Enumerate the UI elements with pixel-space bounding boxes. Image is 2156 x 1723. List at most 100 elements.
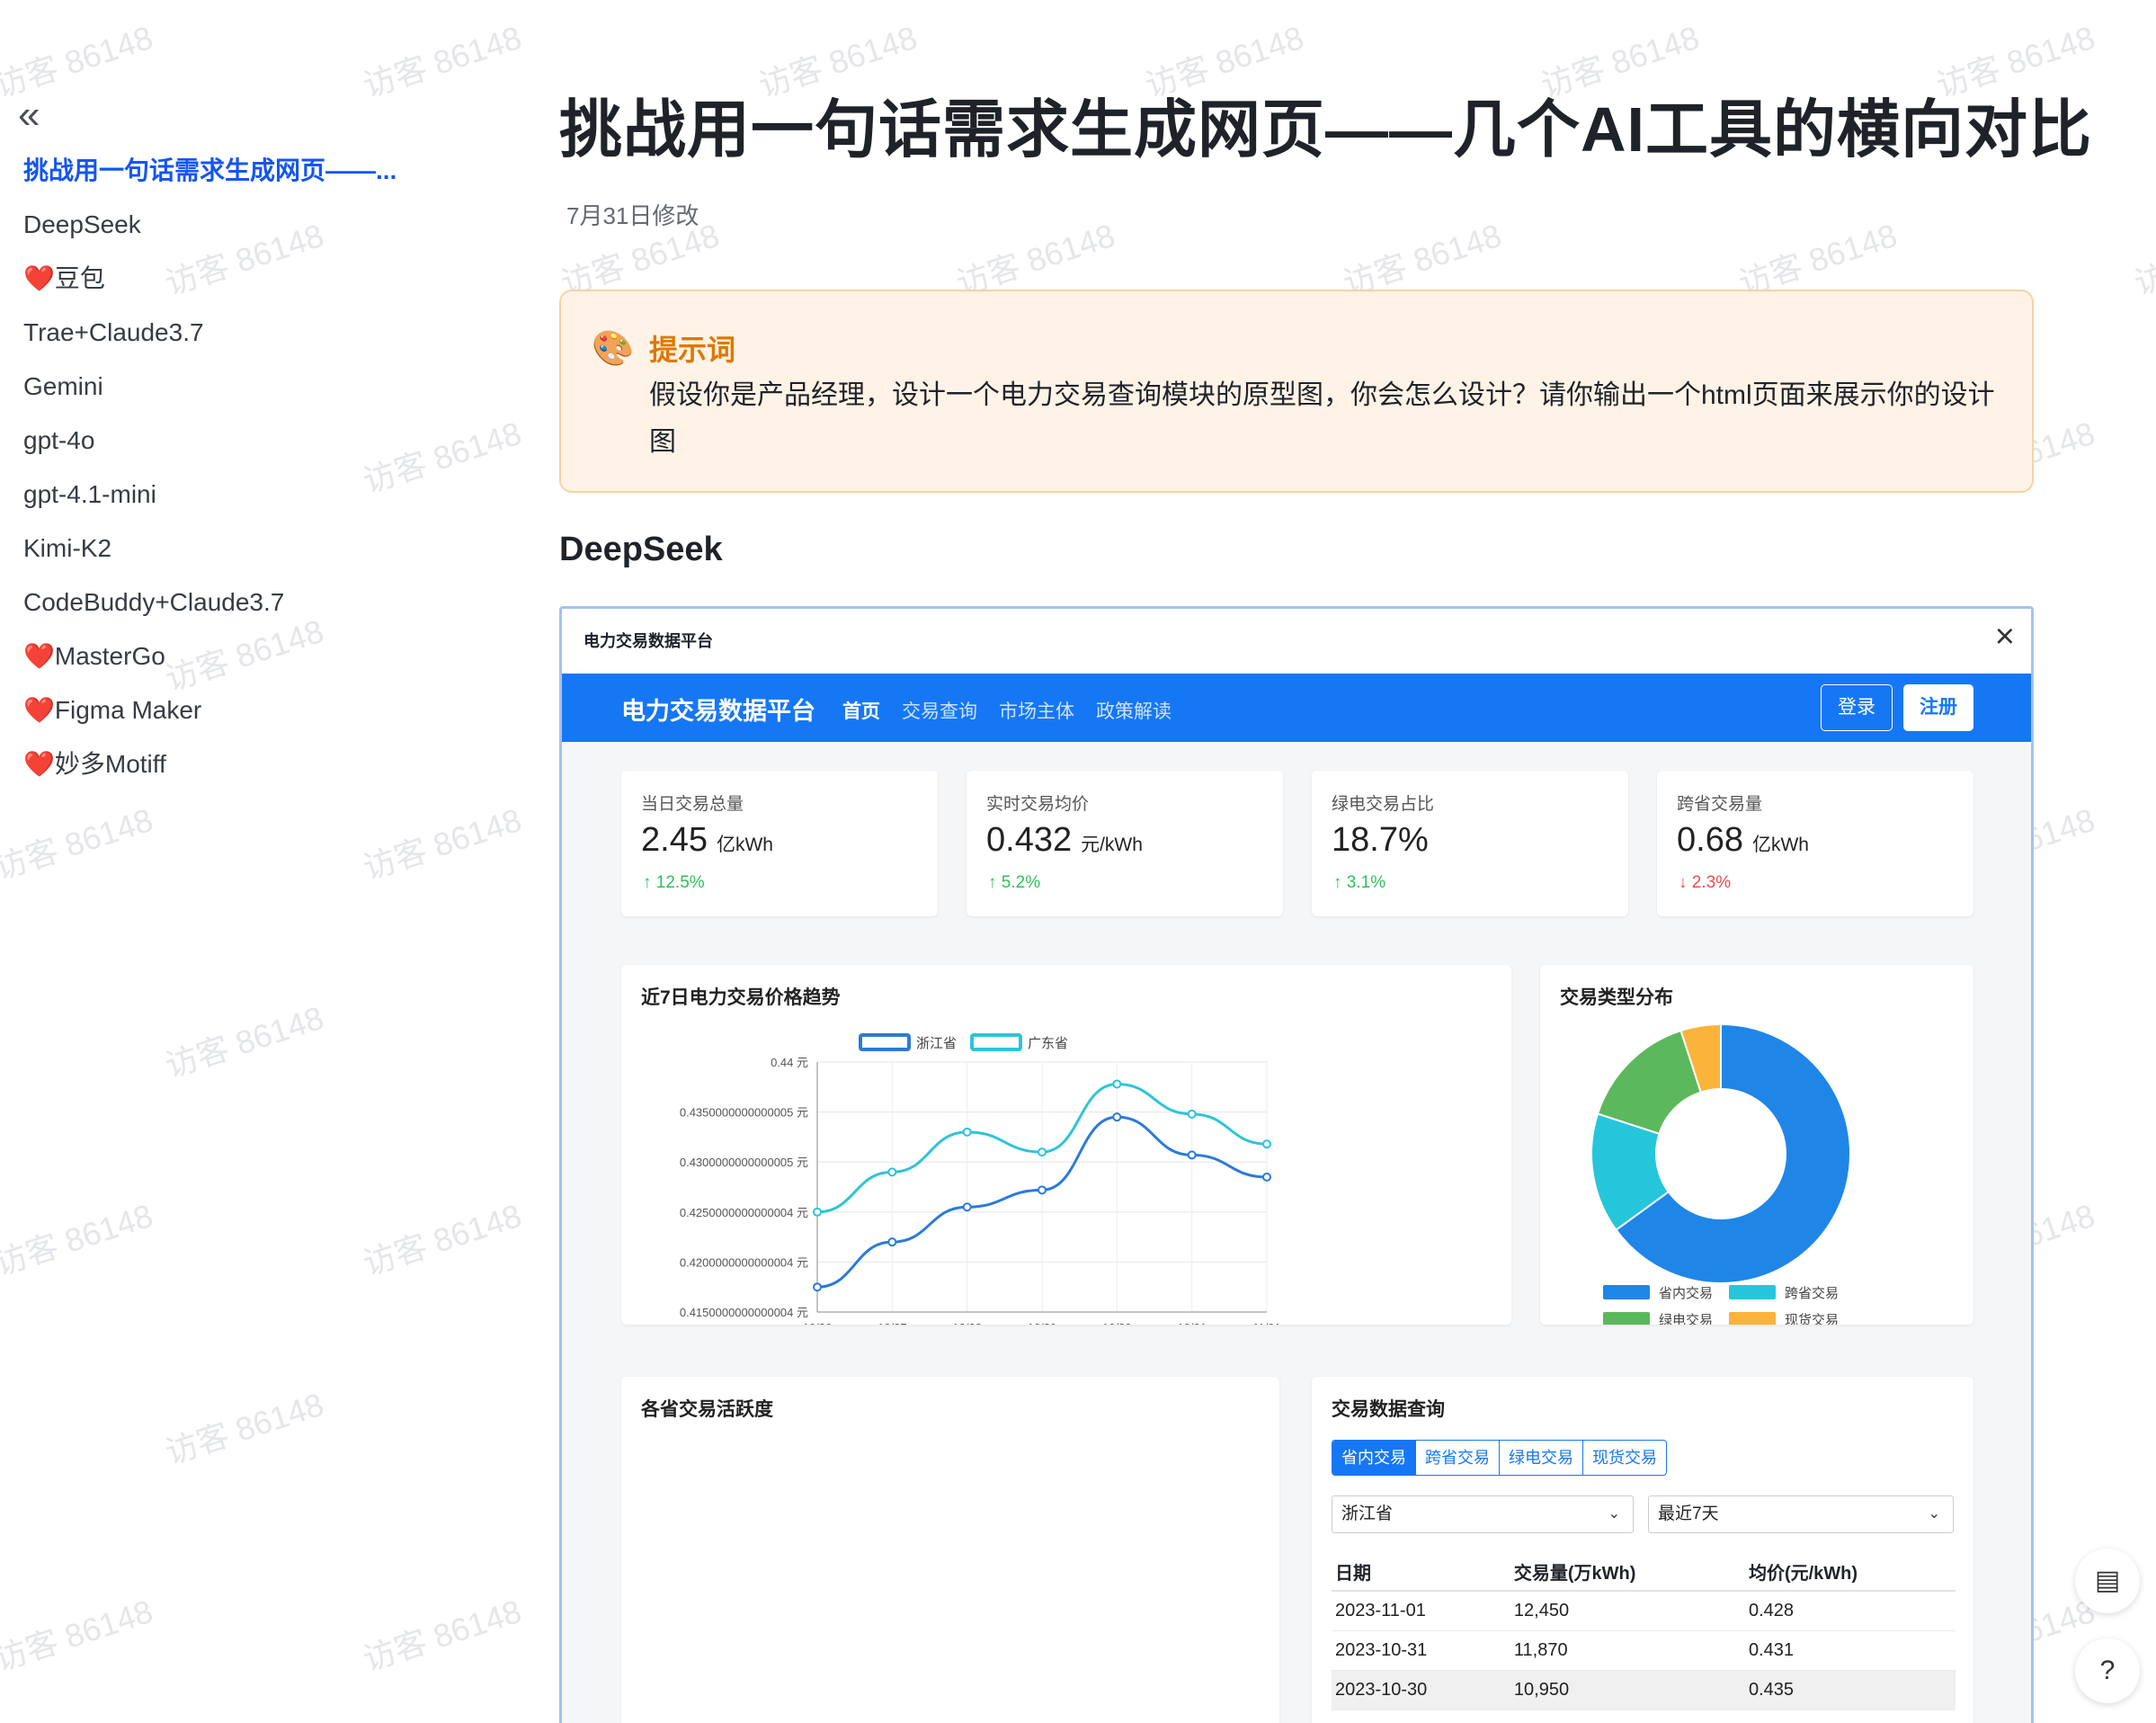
query-card: 交易数据查询 省内交易 跨省交易 绿电交易 现货交易 浙江省 ⌄ 最近7天 ⌄ 日期交…: [1312, 1377, 1973, 1723]
data-point[interactable]: [1187, 1150, 1197, 1160]
kpi-card: 跨省交易量 0.68 亿kWh ↓ 2.3%: [1657, 771, 1973, 916]
toc-item[interactable]: gpt-4o: [23, 421, 396, 475]
collapse-sidebar-icon[interactable]: «: [18, 95, 54, 135]
data-point[interactable]: [1038, 1147, 1047, 1157]
query-tab[interactable]: 绿电交易: [1500, 1441, 1583, 1475]
legend-label: 浙江省: [916, 1036, 957, 1051]
toc-item[interactable]: ❤️MasterGo: [23, 637, 396, 691]
table-header-cell: 日期: [1332, 1553, 1510, 1592]
province-activity-card: 各省交易活跃度: [621, 1377, 1279, 1723]
legend-label: 绿电交易: [1659, 1312, 1713, 1325]
data-point[interactable]: [1112, 1112, 1122, 1122]
kpi-label: 跨省交易量: [1677, 795, 1763, 814]
x-tick-label: 10/30: [1102, 1321, 1132, 1325]
kpi-unit: 元/kWh: [1081, 835, 1143, 855]
data-point[interactable]: [1187, 1109, 1197, 1119]
toc-item[interactable]: ❤️Figma Maker: [23, 691, 396, 745]
nav-item[interactable]: 交易查询: [902, 697, 977, 724]
toc-item[interactable]: 挑战用一句话需求生成网页——...: [23, 151, 396, 205]
y-tick-label: 0.4300000000000005 元: [680, 1156, 808, 1169]
kpi-label: 当日交易总量: [641, 795, 744, 814]
data-point[interactable]: [962, 1202, 972, 1212]
login-button[interactable]: 登录: [1821, 684, 1893, 731]
table-cell: 10,950: [1510, 1670, 1745, 1710]
toc-item[interactable]: ❤️豆包: [23, 259, 396, 313]
modified-date: 7月31日修改: [566, 202, 699, 229]
kpi-value: 0.432 元/kWh: [986, 821, 1143, 860]
nav-item[interactable]: 市场主体: [999, 697, 1074, 724]
table-cell: 0.428: [1744, 1591, 1956, 1631]
kpi-change: ↑ 12.5%: [643, 873, 705, 892]
toc-item[interactable]: Trae+Claude3.7: [23, 313, 396, 367]
toc-item-label: 妙多Motiff: [54, 750, 166, 778]
data-point[interactable]: [1262, 1139, 1271, 1149]
y-tick-label: 0.44 元: [771, 1056, 808, 1069]
toc-item-label: Gemini: [23, 372, 103, 400]
kpi-number: 18.7%: [1332, 821, 1429, 859]
toc-item[interactable]: ❤️妙多Motiff: [23, 745, 396, 799]
kpi-unit: 亿kWh: [716, 835, 773, 855]
table-body: 2023-11-01 12,450 0.428 2023-10-31 11,870 0.4…: [1332, 1591, 1956, 1710]
kpi-card: 绿电交易占比 18.7% ↑ 3.1%: [1312, 771, 1628, 916]
query-tab[interactable]: 省内交易: [1332, 1441, 1416, 1475]
kpi-change: ↑ 5.2%: [988, 873, 1041, 892]
province-select[interactable]: 浙江省 ⌄: [1332, 1495, 1634, 1533]
data-point[interactable]: [1112, 1079, 1122, 1089]
table-row[interactable]: 2023-11-01 12,450 0.428: [1332, 1591, 1956, 1631]
legend-swatch: [1729, 1312, 1776, 1325]
toc-item[interactable]: gpt-4.1-mini: [23, 475, 396, 529]
legend-label: 广东省: [1028, 1036, 1068, 1051]
kpi-change: ↑ 3.1%: [1333, 873, 1386, 892]
data-point[interactable]: [887, 1237, 897, 1247]
toc-item-label: DeepSeek: [23, 210, 141, 238]
data-point[interactable]: [1262, 1172, 1271, 1182]
range-select-value: 最近7天: [1658, 1504, 1719, 1523]
query-tabs: 省内交易 跨省交易 绿电交易 现货交易: [1332, 1440, 1667, 1476]
toc-item[interactable]: CodeBuddy+Claude3.7: [23, 583, 396, 637]
table-header-cell: 交易量(万kWh): [1510, 1553, 1745, 1592]
toc-item-label: CodeBuddy+Claude3.7: [23, 588, 285, 616]
table-row[interactable]: 2023-10-31 11,870 0.431: [1332, 1630, 1956, 1671]
toc-item[interactable]: DeepSeek: [23, 205, 396, 259]
kpi-unit: 亿kWh: [1751, 835, 1809, 855]
toc-item[interactable]: Kimi-K2: [23, 529, 396, 583]
screenshot-window-bar: 电力交易数据平台 ×: [562, 609, 2031, 674]
query-tab[interactable]: 现货交易: [1583, 1441, 1666, 1475]
province-activity-title: 各省交易活跃度: [641, 1399, 773, 1420]
heart-icon: ❤️: [23, 642, 55, 670]
nav-item[interactable]: 首页: [842, 697, 880, 724]
table-row[interactable]: 2023-10-30 10,950 0.435: [1332, 1670, 1956, 1710]
range-select[interactable]: 最近7天 ⌄: [1648, 1495, 1954, 1533]
heart-icon: ❤️: [23, 264, 55, 292]
close-icon[interactable]: ×: [1995, 618, 2015, 656]
nav-menu: 首页 交易查询 市场主体 政策解读: [842, 697, 1172, 724]
toc-list: 挑战用一句话需求生成网页——... DeepSeek ❤️豆包 Trae+Claude…: [23, 151, 396, 799]
y-tick-label: 0.4250000000000004 元: [680, 1206, 808, 1219]
app-navbar: 电力交易数据平台 首页 交易查询 市场主体 政策解读 登录 注册: [562, 674, 2031, 742]
window-title: 电力交易数据平台: [584, 632, 713, 650]
kpi-number: 0.432: [986, 821, 1073, 859]
outline-icon[interactable]: ▤: [2075, 1549, 2140, 1613]
legend-swatch: [1603, 1312, 1650, 1325]
data-point[interactable]: [813, 1207, 822, 1217]
kpi-change: ↓ 2.3%: [1679, 873, 1732, 892]
legend-label: 跨省交易: [1785, 1285, 1839, 1301]
register-button[interactable]: 注册: [1903, 684, 1973, 731]
prompt-callout: 🎨 提示词 假设你是产品经理，设计一个电力交易查询模块的原型图，你会怎么设计？请…: [559, 290, 2034, 493]
callout-text: 假设你是产品经理，设计一个电力交易查询模块的原型图，你会怎么设计？请你输出一个h…: [649, 380, 1995, 457]
data-point[interactable]: [1038, 1185, 1047, 1195]
data-point[interactable]: [962, 1127, 972, 1137]
palette-icon: 🎨: [592, 330, 635, 368]
help-icon[interactable]: ?: [2075, 1638, 2140, 1703]
data-point[interactable]: [813, 1282, 822, 1292]
chevron-down-icon: ⌄: [1608, 1506, 1620, 1522]
embedded-screenshot[interactable]: 电力交易数据平台 × 电力交易数据平台 首页 交易查询 市场主体 政策解读 登录 注册…: [559, 606, 2034, 1723]
nav-item[interactable]: 政策解读: [1096, 697, 1172, 724]
type-distribution-chart: 省内交易 跨省交易绿电交易 现货交易: [1590, 1022, 1851, 1325]
query-tab[interactable]: 跨省交易: [1416, 1441, 1500, 1475]
toc-item-label: 豆包: [54, 264, 105, 292]
page-title: 挑战用一句话需求生成网页——几个AI工具的横向对比: [559, 94, 2092, 165]
toc-item[interactable]: Gemini: [23, 367, 396, 421]
table-cell: 2023-10-30: [1332, 1670, 1510, 1710]
data-point[interactable]: [887, 1167, 897, 1177]
